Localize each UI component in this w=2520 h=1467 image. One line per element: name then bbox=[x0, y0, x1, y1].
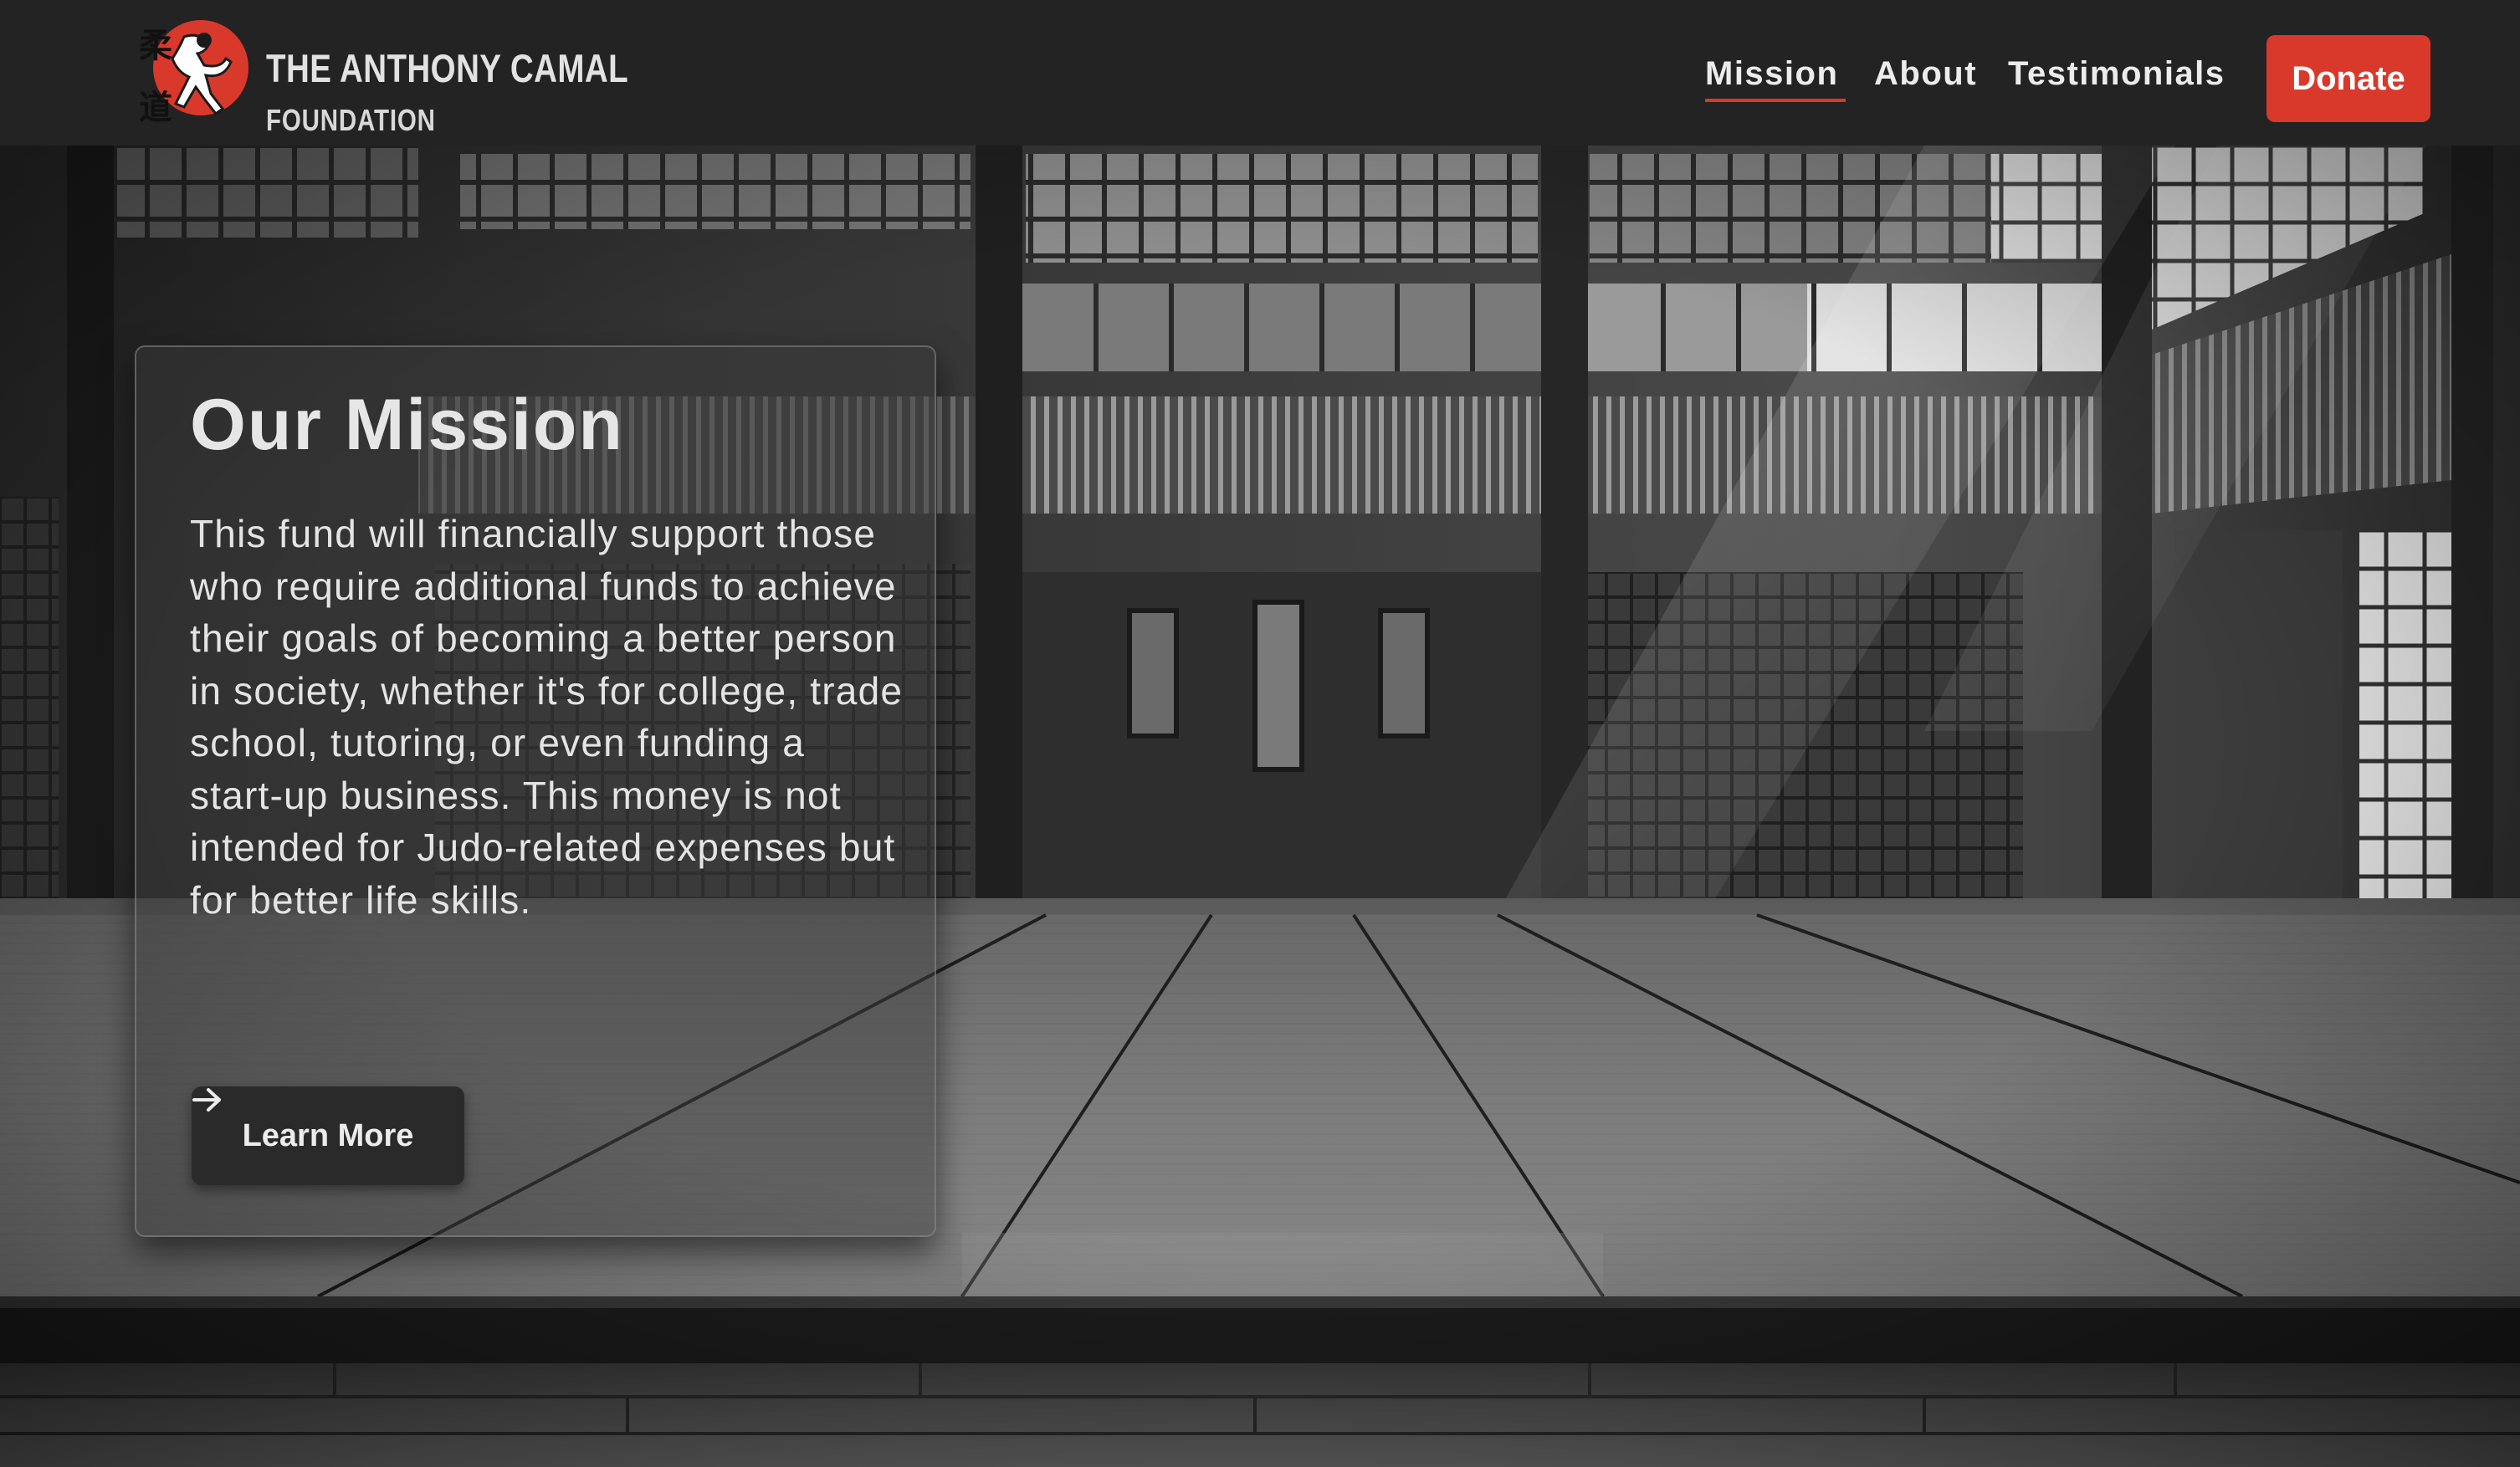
learn-more-button[interactable]: Learn More bbox=[192, 1086, 464, 1185]
hero-section: Our Mission This fund will financially s… bbox=[0, 146, 2520, 1467]
active-nav-underline bbox=[1705, 99, 1846, 102]
nav-link-about[interactable]: About bbox=[1874, 57, 1977, 90]
nav-link-mission[interactable]: Mission bbox=[1705, 55, 1846, 102]
mission-description: This fund will financially support those… bbox=[190, 512, 904, 922]
nav-link-mission-label: Mission bbox=[1705, 55, 1839, 92]
nav-link-about-label: About bbox=[1874, 55, 1978, 92]
donate-button[interactable]: Donate bbox=[2266, 35, 2430, 122]
arrow-right-icon bbox=[192, 1088, 221, 1112]
mission-card: Our Mission This fund will financially s… bbox=[135, 345, 936, 1237]
brand-name: THE ANTHONY CAMAL bbox=[266, 46, 629, 90]
brand-logo-link[interactable]: 柔 道 THE ANTHONY CAMAL FOUNDATION bbox=[134, 20, 628, 137]
learn-more-label: Learn More bbox=[242, 1117, 414, 1153]
brand-subtitle: FOUNDATION bbox=[266, 103, 436, 137]
nav-link-testimonials[interactable]: Testimonials bbox=[2008, 57, 2225, 90]
judo-logo-icon: 柔 道 bbox=[139, 20, 248, 127]
top-navigation-bar: 柔 道 THE ANTHONY CAMAL FOUNDATION Mission… bbox=[0, 0, 2520, 146]
mission-title: Our Mission bbox=[190, 385, 624, 465]
logo-kanji-do: 道 bbox=[139, 88, 172, 127]
nav-link-testimonials-label: Testimonials bbox=[2008, 55, 2225, 92]
logo-kanji-ju: 柔 bbox=[139, 26, 172, 65]
